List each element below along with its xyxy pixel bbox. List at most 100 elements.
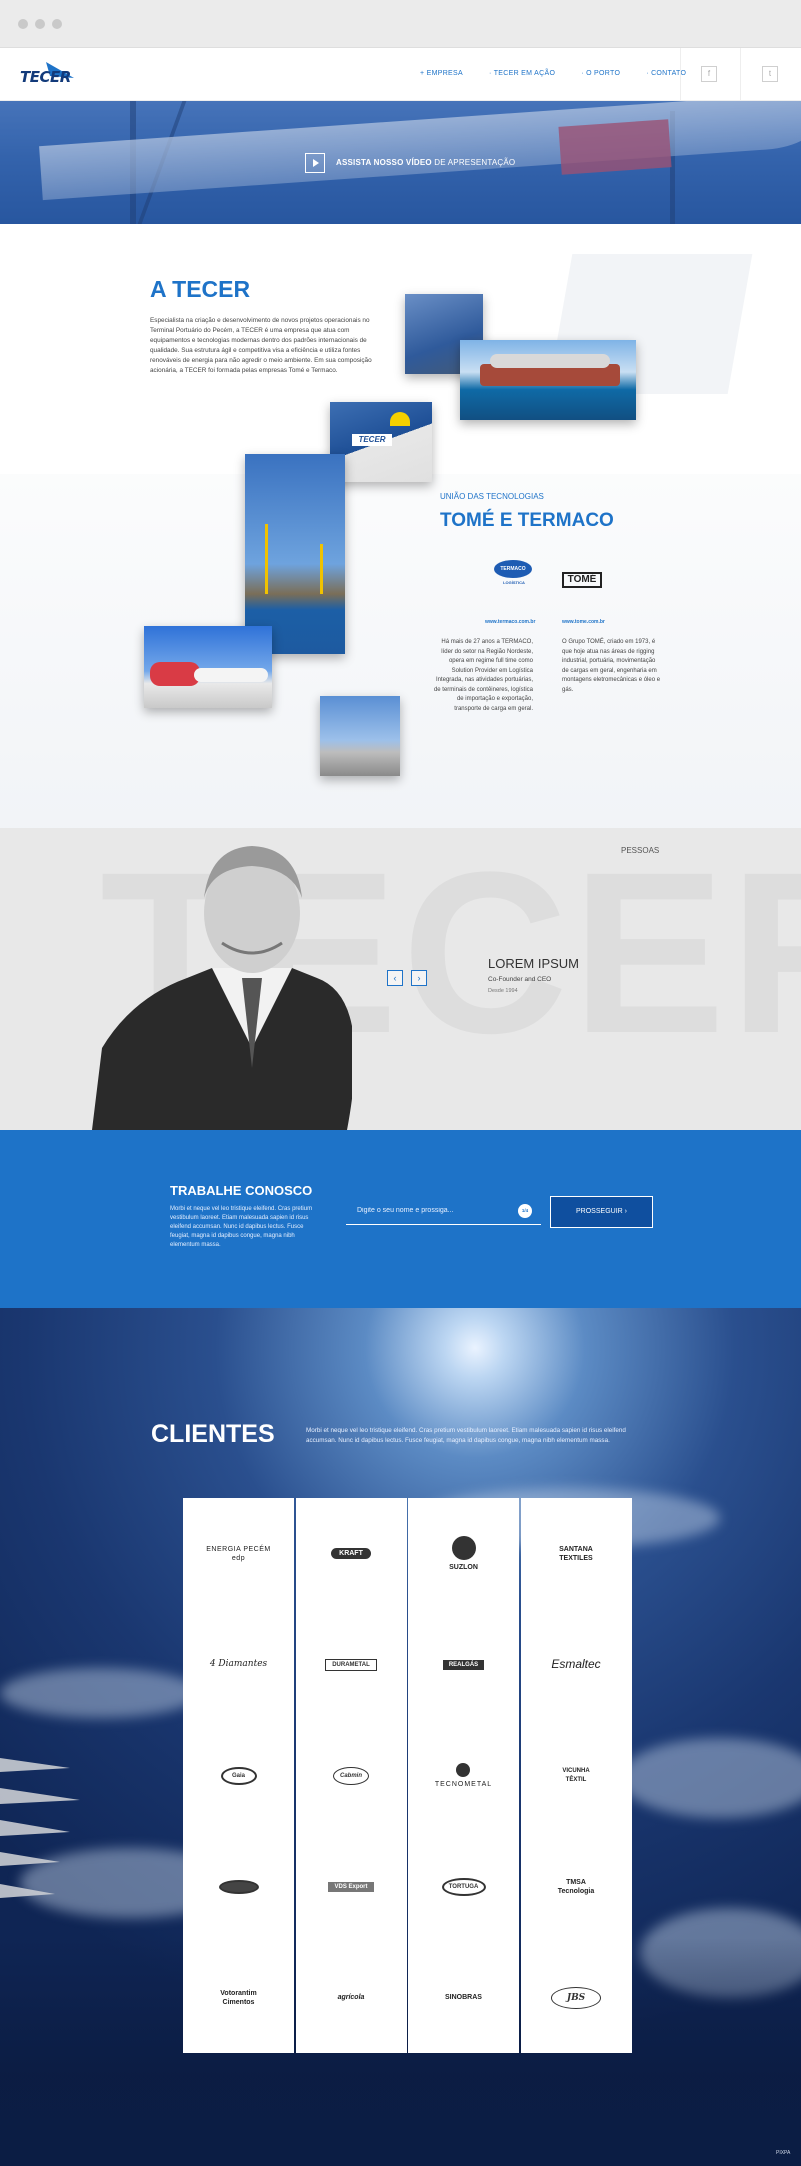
client-logo-realgas[interactable]: REALGÁS	[408, 1609, 519, 1720]
clients-column: SUZLON REALGÁS TECNOMETAL TORTUGA SINOBR…	[408, 1498, 519, 2053]
clients-title: CLIENTES	[151, 1420, 275, 1448]
client-logo-4-diamantes[interactable]: 4 Diamantes	[183, 1609, 294, 1720]
client-logo-vicunha[interactable]: VICUNHA TÊXTIL	[521, 1720, 632, 1831]
person-since: Desde 1994	[488, 988, 518, 994]
next-person-button[interactable]: ›	[411, 970, 427, 986]
photo-blades-red	[144, 626, 272, 708]
ship-tanks	[490, 354, 610, 368]
client-logo-energia-pecem[interactable]: ENERGIA PECÉM edp	[183, 1498, 294, 1609]
termaco-logo[interactable]: TERMACO LOGÍSTICA	[494, 560, 534, 590]
work-with-us-section: TRABALHE CONOSCO Morbi et neque vel leo …	[0, 1130, 801, 1308]
client-logo-votorantim[interactable]: Votorantim Cimentos	[183, 1942, 294, 2053]
termaco-link[interactable]: www.termaco.com.br	[485, 619, 535, 625]
client-logo-tortuga[interactable]: TORTUGA	[408, 1831, 519, 1942]
client-logo-text: VDS Export	[328, 1881, 374, 1892]
main-nav: + EMPRESA · TECER EM AÇÃO · O PORTO · CO…	[420, 70, 686, 77]
client-logo-text: SUZLON	[449, 1563, 478, 1571]
client-logo-suzlon[interactable]: SUZLON	[408, 1498, 519, 1609]
suzlon-mark-icon	[451, 1535, 476, 1560]
clients-column: SANTANA TEXTILES Esmaltec VICUNHA TÊXTIL…	[520, 1498, 632, 2053]
hard-hat	[390, 412, 410, 426]
client-logo-text: Cabmin	[333, 1766, 369, 1785]
work-title: TRABALHE CONOSCO	[170, 1183, 313, 1198]
client-logo-cabmin[interactable]: Cabmin	[296, 1720, 407, 1831]
person-photo	[92, 828, 355, 1130]
browser-chrome	[0, 0, 801, 48]
person-silhouette	[92, 846, 355, 1130]
client-logo-text: Votorantim Cimentos	[220, 1989, 257, 2006]
name-input[interactable]	[346, 1197, 541, 1225]
client-logo-mark	[218, 1879, 259, 1894]
client-logo-durametal[interactable]: DURAMETAL	[296, 1609, 407, 1720]
client-logo-santana[interactable]: SANTANA TEXTILES	[521, 1498, 632, 1609]
client-logo-text: Esmaltec	[551, 1657, 601, 1671]
bg-blade-stack	[0, 1738, 90, 1938]
prev-person-button[interactable]: ‹	[387, 970, 403, 986]
tecer-logo[interactable]: TECER	[20, 60, 76, 90]
people-section: TECER PESSOAS ‹ › LOREM IPSUM Co-Founder…	[0, 828, 801, 1130]
crane-yellow	[265, 524, 268, 594]
client-logo-text: Gaia	[220, 1766, 257, 1785]
header-divider	[740, 48, 741, 101]
client-logo-gaia[interactable]: Gaia	[183, 1720, 294, 1831]
header-divider	[680, 48, 681, 101]
about-body: Especialista na criação e desenvolviment…	[150, 317, 372, 374]
photo-workers: TECER	[330, 402, 432, 482]
tome-link[interactable]: www.tome.com.br	[562, 619, 605, 625]
bg-cloud	[620, 1738, 801, 1818]
client-logo-vds-export[interactable]: VDS Export	[296, 1831, 407, 1942]
window-maximize-dot[interactable]	[52, 19, 62, 29]
people-label: PESSOAS	[621, 846, 660, 855]
work-text: Morbi et neque vel leo tristique eleifen…	[170, 1206, 313, 1248]
client-logo-text: TORTUGA	[441, 1877, 486, 1896]
proceed-button[interactable]: PROSSEGUIR ›	[550, 1196, 653, 1228]
nav-o-porto[interactable]: · O PORTO	[581, 70, 620, 77]
nav-empresa[interactable]: + EMPRESA	[420, 70, 463, 77]
watch-video-rest: DE APRESENTAÇÃO	[431, 158, 516, 167]
client-logo-text: TECNOMETAL	[434, 1780, 493, 1788]
client-logo-text: JBS	[551, 1986, 601, 2009]
photo-port-cranes	[245, 454, 345, 654]
client-logo-text: 4 Diamantes	[209, 1659, 268, 1669]
termaco-text: Há mais de 27 anos a TERMACO, líder do s…	[433, 639, 533, 712]
client-logo-esmaltec[interactable]: Esmaltec	[521, 1609, 632, 1720]
hero-banner: ASSISTA NOSSO VÍDEO DE APRESENTAÇÃO	[0, 101, 801, 224]
tecnometal-mark-icon	[456, 1762, 471, 1777]
client-logo-agricola[interactable]: agrícola	[296, 1942, 407, 2053]
client-logo-kraft[interactable]: KRAFT	[296, 1498, 407, 1609]
bg-port-watermark	[0, 474, 801, 828]
client-logo-oval[interactable]	[183, 1831, 294, 1942]
watch-video-link[interactable]: ASSISTA NOSSO VÍDEO DE APRESENTAÇÃO	[336, 158, 515, 167]
site-header: TECER + EMPRESA · TECER EM AÇÃO · O PORT…	[0, 48, 801, 101]
union-label: UNIÃO DAS TECNOLOGIAS	[440, 492, 544, 501]
client-logo-sinobras[interactable]: SINOBRAS	[408, 1942, 519, 2053]
facebook-icon[interactable]: f	[701, 66, 717, 82]
client-logo-text: SANTANA TEXTILES	[559, 1545, 593, 1562]
client-logo-text: agrícola	[337, 1994, 365, 2001]
client-logo-text: DURAMETAL	[325, 1658, 377, 1671]
tome-logo[interactable]: TOMÉ	[562, 572, 602, 588]
clients-section: CLIENTES Morbi et neque vel leo tristiqu…	[0, 1308, 801, 2166]
window-close-dot[interactable]	[18, 19, 28, 29]
tome-text: O Grupo TOMÉ, criado em 1973, é que hoje…	[562, 639, 661, 693]
clients-logo-grid: ENERGIA PECÉM edp 4 Diamantes Gaia Votor…	[183, 1498, 632, 2053]
client-logo-jbs[interactable]: JBS	[521, 1942, 632, 2053]
bg-cloud	[0, 1668, 200, 1718]
client-logo-text-wrap: SUZLON	[449, 1535, 478, 1572]
client-logo-tecnometal[interactable]: TECNOMETAL	[408, 1720, 519, 1831]
about-title: A TECER	[150, 276, 251, 302]
client-logo-tmsa[interactable]: TMSA Tecnologia	[521, 1831, 632, 1942]
watch-video-bold: ASSISTA NOSSO VÍDEO	[336, 158, 432, 167]
clients-column: KRAFT DURAMETAL Cabmin VDS Export agríco…	[295, 1498, 407, 2053]
photo-gas-ship	[460, 340, 636, 420]
window-minimize-dot[interactable]	[35, 19, 45, 29]
union-title: TOMÉ E TERMACO	[440, 510, 614, 531]
client-logo-text: VICUNHA TÊXTIL	[562, 1767, 590, 1783]
clients-text: Morbi et neque vel leo tristique eleifen…	[306, 1427, 626, 1444]
clients-column: ENERGIA PECÉM edp 4 Diamantes Gaia Votor…	[183, 1498, 294, 2053]
twitter-icon[interactable]: t	[762, 66, 778, 82]
client-logo-text: ENERGIA PECÉM edp	[206, 1545, 271, 1562]
termaco-logo-mark: TERMACO	[494, 560, 532, 578]
nav-tecer-em-acao[interactable]: · TECER EM AÇÃO	[489, 70, 555, 77]
play-video-icon[interactable]	[305, 153, 325, 173]
